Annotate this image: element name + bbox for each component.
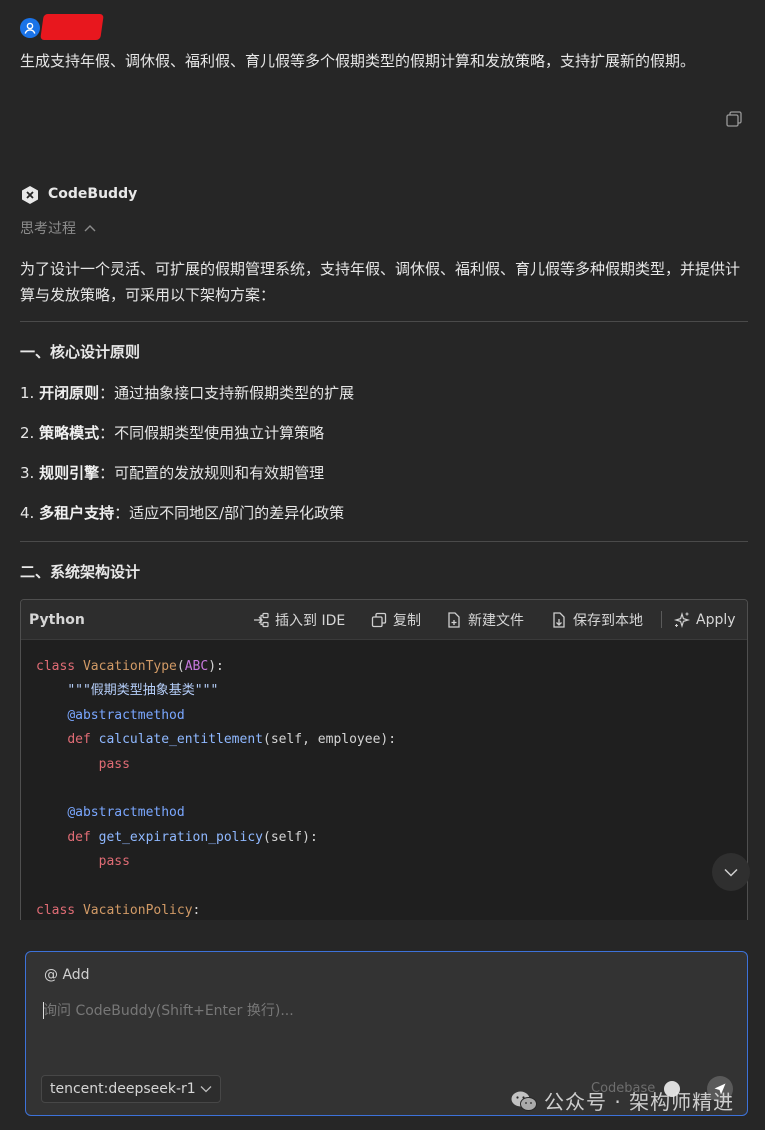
model-selector[interactable]: tencent:deepseek-r1 bbox=[41, 1075, 221, 1103]
user-message: 生成支持年假、调休假、福利假、育儿假等多个假期类型的假期计算和发放策略，支持扩展… bbox=[20, 52, 696, 70]
list-item-title: 策略模式 bbox=[39, 424, 100, 442]
list-item: 4. 多租户支持：适应不同地区/部门的差异化政策 bbox=[20, 502, 344, 523]
code-line: class VacationType(ABC): bbox=[36, 659, 224, 674]
list-item-desc: ：适应不同地区/部门的差异化政策 bbox=[114, 504, 345, 522]
list-number: 2. bbox=[20, 424, 35, 442]
code-block: Python 插入到 IDE 复制 新建文件 保存到本地 Apply class… bbox=[20, 599, 748, 961]
copy-message-icon[interactable] bbox=[725, 110, 743, 128]
assistant-name: CodeBuddy bbox=[48, 186, 138, 202]
thinking-toggle[interactable]: 思考过程 bbox=[20, 218, 96, 238]
code-block-header: Python 插入到 IDE 复制 新建文件 保存到本地 Apply bbox=[21, 600, 747, 640]
code-line: @abstractmethod bbox=[67, 805, 185, 821]
model-name: tencent:deepseek-r1 bbox=[50, 1081, 196, 1097]
redacted-username bbox=[40, 14, 104, 40]
new-file-button[interactable]: 新建文件 bbox=[445, 600, 524, 639]
insert-ide-icon bbox=[254, 612, 269, 627]
code-line: def get_expiration_policy(self): bbox=[67, 829, 318, 845]
code-line: pass bbox=[98, 854, 130, 870]
save-file-icon bbox=[553, 611, 565, 628]
chevron-up-icon bbox=[84, 225, 96, 232]
wechat-icon bbox=[511, 1091, 537, 1111]
list-item: 2. 策略模式：不同假期类型使用独立计算策略 bbox=[20, 422, 324, 443]
watermark-text: 公众号 · 架构师精进 bbox=[544, 1090, 735, 1114]
insert-ide-label: 插入到 IDE bbox=[275, 612, 346, 629]
chat-input[interactable] bbox=[43, 1000, 723, 1022]
chevron-down-icon bbox=[724, 868, 738, 877]
list-number: 4. bbox=[20, 504, 35, 522]
divider bbox=[20, 321, 748, 322]
save-local-label: 保存到本地 bbox=[573, 612, 643, 629]
user-avatar bbox=[20, 18, 40, 38]
section-heading-architecture: 二、系统架构设计 bbox=[20, 563, 141, 581]
apply-label: Apply bbox=[696, 611, 736, 628]
watermark: 公众号 · 架构师精进 bbox=[510, 1086, 734, 1115]
list-item-desc: ：不同假期类型使用独立计算策略 bbox=[99, 424, 325, 442]
code-line: """假期类型抽象基类""" bbox=[67, 683, 219, 699]
sparkle-icon bbox=[673, 611, 691, 628]
toolbar-divider bbox=[661, 611, 662, 628]
list-item-title: 多租户支持 bbox=[39, 504, 115, 522]
new-file-icon bbox=[448, 611, 460, 628]
list-number: 3. bbox=[20, 464, 35, 482]
insert-to-ide-button[interactable]: 插入到 IDE bbox=[252, 600, 345, 639]
divider bbox=[20, 541, 748, 542]
list-item-title: 开闭原则 bbox=[39, 384, 100, 402]
list-item-title: 规则引擎 bbox=[39, 464, 100, 482]
copy-label: 复制 bbox=[393, 612, 421, 629]
assistant-intro: 为了设计一个灵活、可扩展的假期管理系统，支持年假、调休假、福利假、育儿假等多种假… bbox=[20, 260, 741, 304]
section-heading-core-principles: 一、核心设计原则 bbox=[20, 343, 141, 361]
list-item-desc: ：通过抽象接口支持新假期类型的扩展 bbox=[99, 384, 355, 402]
code-content: class VacationType(ABC): """假期类型抽象基类""" … bbox=[21, 640, 747, 923]
codebuddy-logo-icon bbox=[20, 185, 40, 205]
list-item-desc: ：可配置的发放规则和有效期管理 bbox=[99, 464, 325, 482]
code-line: @abstractmethod bbox=[67, 707, 185, 723]
code-language-label: Python bbox=[29, 611, 85, 628]
new-file-label: 新建文件 bbox=[468, 612, 524, 629]
add-context-button[interactable]: @ Add bbox=[44, 967, 90, 983]
copy-icon bbox=[371, 612, 387, 627]
copy-code-button[interactable]: 复制 bbox=[370, 600, 421, 639]
list-item: 1. 开闭原则：通过抽象接口支持新假期类型的扩展 bbox=[20, 382, 354, 403]
text-caret bbox=[43, 1002, 44, 1019]
chevron-down-icon bbox=[200, 1086, 212, 1093]
apply-button[interactable]: Apply bbox=[673, 600, 736, 639]
list-number: 1. bbox=[20, 384, 35, 402]
user-icon bbox=[24, 22, 36, 34]
thinking-label: 思考过程 bbox=[20, 221, 76, 237]
code-line: pass bbox=[98, 756, 130, 772]
save-local-button[interactable]: 保存到本地 bbox=[550, 600, 643, 639]
scroll-down-button[interactable] bbox=[712, 853, 750, 891]
code-line: def calculate_entitlement(self, employee… bbox=[67, 732, 397, 748]
list-item: 3. 规则引擎：可配置的发放规则和有效期管理 bbox=[20, 462, 324, 483]
